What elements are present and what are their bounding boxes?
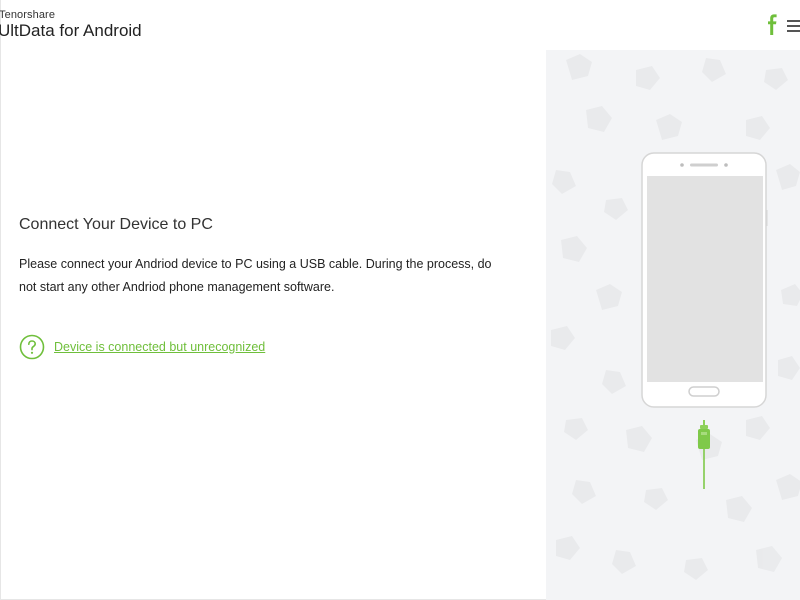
help-row[interactable]: Device is connected but unrecognized (19, 334, 265, 360)
app-window: Tenorshare UltData for Android Connect Y… (0, 0, 800, 600)
vendor-name: Tenorshare (0, 9, 56, 21)
smartphone-illustration (641, 152, 768, 408)
illustration-canvas (551, 54, 800, 580)
illustration-panel (546, 50, 800, 600)
facebook-icon[interactable] (765, 14, 779, 36)
app-title: UltData for Android (0, 21, 142, 40)
instructions-text: Please connect your Andriod device to PC… (19, 257, 492, 294)
question-circle-icon[interactable] (19, 334, 45, 360)
hamburger-menu-icon[interactable] (787, 20, 800, 32)
device-unrecognized-link[interactable]: Device is connected but unrecognized (54, 340, 265, 354)
main-content: Connect Your Device to PC Please connect… (1, 50, 546, 600)
page-title: Connect Your Device to PC (19, 216, 213, 233)
header: Tenorshare UltData for Android (0, 0, 800, 50)
